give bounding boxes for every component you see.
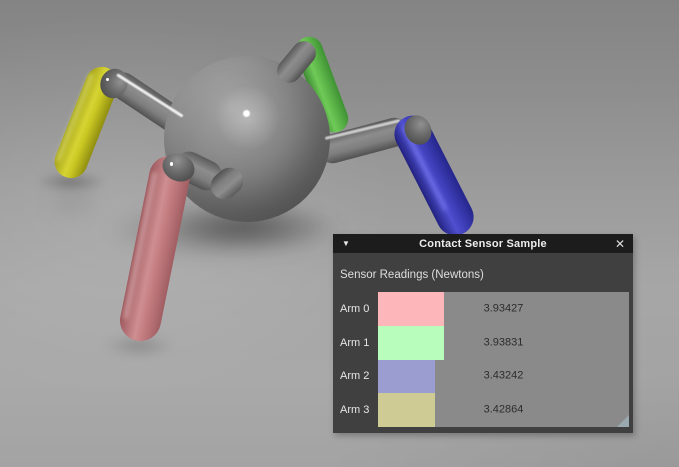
arm1-label: Arm 1 (333, 326, 378, 360)
close-icon[interactable]: ✕ (607, 237, 633, 251)
arm0-bar-track: 3.93427 (378, 292, 629, 326)
collapse-triangle-icon[interactable]: ▼ (333, 239, 359, 248)
arm2-value: 3.43242 (378, 370, 629, 382)
arm2-bar-track: 3.43242 (378, 360, 629, 394)
arm0-label: Arm 0 (333, 292, 378, 326)
arm0-value: 3.93427 (378, 302, 629, 314)
sensor-row-arm2: Arm 2 3.43242 (333, 360, 629, 394)
resize-handle-icon[interactable] (617, 415, 629, 427)
panel-title: Contact Sensor Sample (359, 238, 607, 250)
section-label: Sensor Readings (Newtons) (340, 269, 484, 281)
arm3-label: Arm 3 (333, 393, 378, 427)
torso-specular-dot (243, 110, 250, 117)
torso-highlight-halo (210, 86, 286, 150)
sensor-bar-chart: Arm 0 3.93427 Arm 1 3.93831 Arm 2 3.4324… (333, 292, 629, 427)
arm1-bar-track: 3.93831 (378, 326, 629, 360)
panel-title-bar[interactable]: ▼ Contact Sensor Sample ✕ (333, 234, 633, 253)
arm3-knee-specular-dot (106, 78, 109, 81)
arm0-knee-specular-dot (170, 162, 174, 166)
arm1-value: 3.93831 (378, 336, 629, 348)
sensor-row-arm3: Arm 3 3.42864 (333, 393, 629, 427)
arm2-label: Arm 2 (333, 360, 378, 394)
simulation-viewport[interactable]: ▼ Contact Sensor Sample ✕ Sensor Reading… (0, 0, 679, 467)
yellow-leg-reflection (48, 186, 98, 216)
sensor-row-arm0: Arm 0 3.93427 (333, 292, 629, 326)
arm3-value: 3.42864 (378, 403, 629, 415)
contact-sensor-panel: ▼ Contact Sensor Sample ✕ Sensor Reading… (333, 234, 633, 433)
arm3-bar-track: 3.42864 (378, 393, 629, 427)
sensor-row-arm1: Arm 1 3.93831 (333, 326, 629, 360)
